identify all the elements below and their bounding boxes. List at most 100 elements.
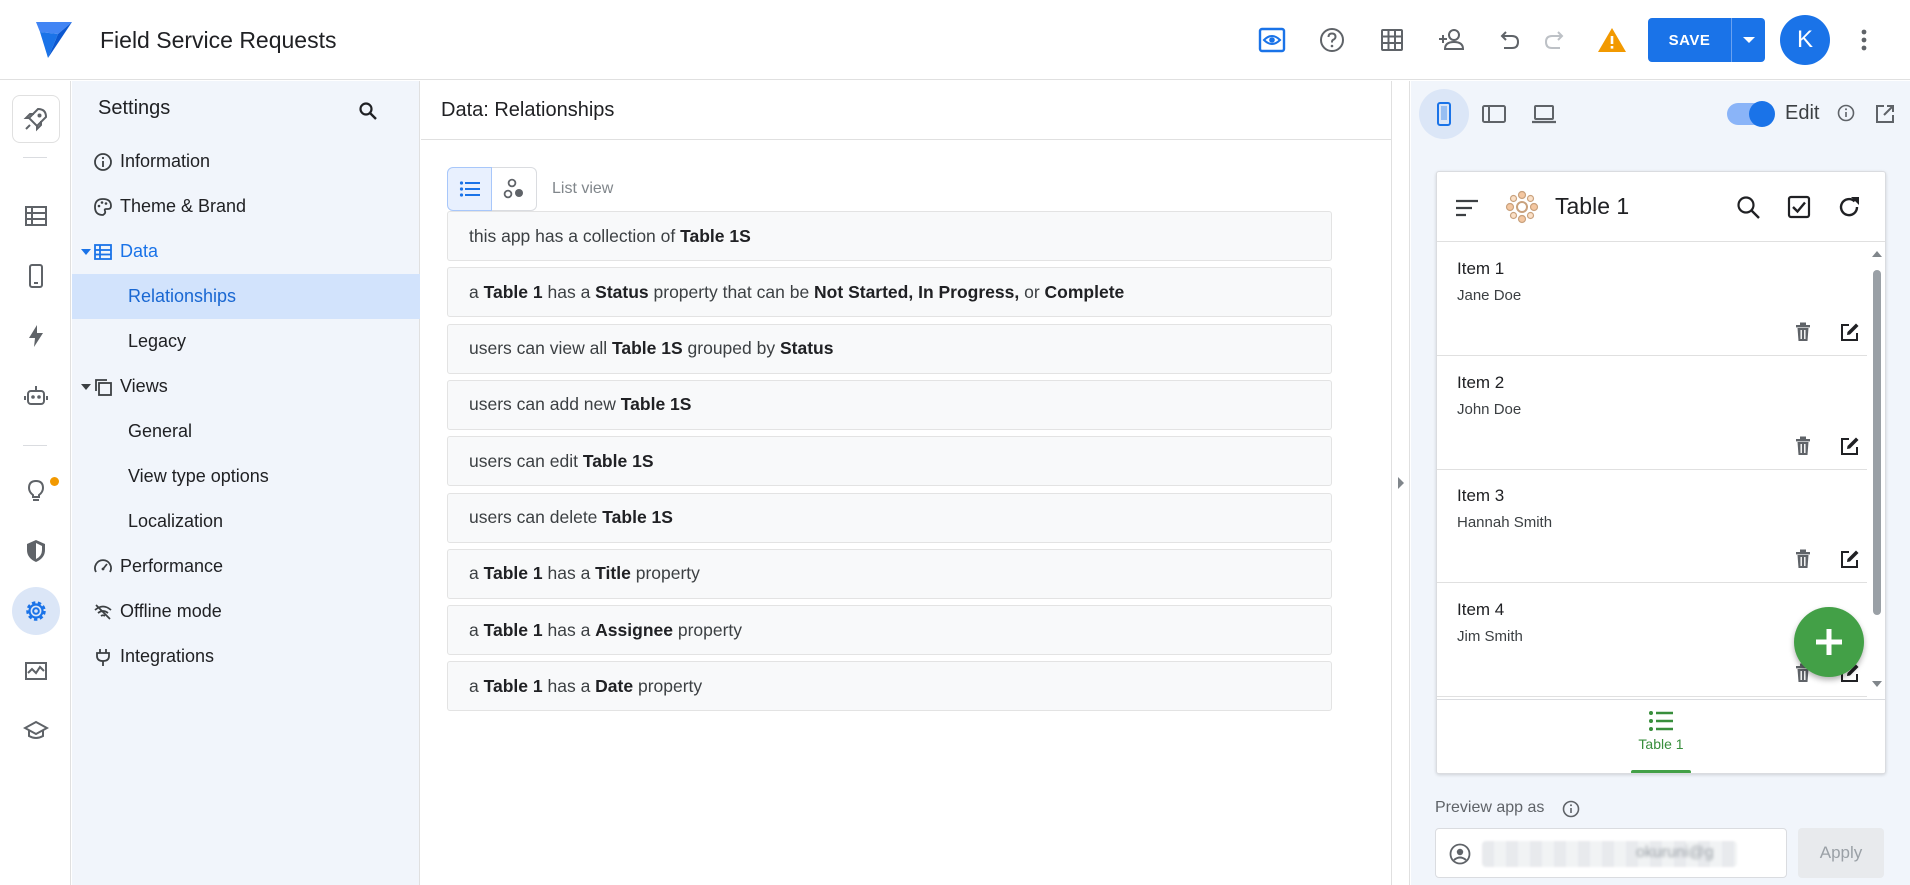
- desktop-device-button[interactable]: [1519, 89, 1569, 139]
- rocket-icon: [23, 106, 49, 132]
- more-vert-icon[interactable]: [1848, 24, 1880, 56]
- relationship-text: has a: [542, 281, 596, 302]
- left-rail: [0, 81, 71, 885]
- relationship-row[interactable]: users can edit Table 1S: [447, 436, 1332, 487]
- palette-icon: [92, 196, 114, 218]
- settings-item-legacy[interactable]: Legacy: [72, 319, 420, 364]
- list-item[interactable]: Item 3 Hannah Smith: [1437, 470, 1867, 583]
- info-icon[interactable]: [1560, 798, 1582, 820]
- diagram-view-button[interactable]: [492, 167, 537, 211]
- caret-down-icon[interactable]: [80, 248, 92, 256]
- warning-icon[interactable]: [1596, 24, 1628, 56]
- save-button[interactable]: SAVE: [1648, 18, 1732, 62]
- scrollbar[interactable]: [1869, 242, 1885, 698]
- table-grid-icon[interactable]: [1376, 24, 1408, 56]
- settings-item-theme-brand[interactable]: Theme & Brand: [72, 184, 420, 229]
- settings-item-offline-mode[interactable]: Offline mode: [72, 589, 420, 634]
- list-icon: [1648, 710, 1674, 732]
- settings-item-general[interactable]: General: [72, 409, 420, 454]
- caret-down-icon[interactable]: [80, 383, 92, 391]
- relationship-text: property that can be: [648, 281, 815, 302]
- relationship-row[interactable]: users can view all Table 1S grouped by S…: [447, 323, 1332, 374]
- edit-toggle[interactable]: [1727, 101, 1775, 127]
- relationship-row[interactable]: a Table 1 has a Status property that can…: [447, 267, 1332, 318]
- relationship-row[interactable]: a Table 1 has a Date property: [447, 661, 1332, 712]
- list-item[interactable]: Item 1 Jane Doe: [1437, 243, 1867, 356]
- relationship-term: Date: [595, 675, 634, 696]
- settings-item-integrations[interactable]: Integrations: [72, 634, 420, 679]
- relationship-row[interactable]: this app has a collection of Table 1S: [447, 211, 1332, 261]
- menu-icon[interactable]: [1453, 194, 1481, 222]
- undo-icon[interactable]: [1492, 24, 1524, 56]
- preview-collapse-handle[interactable]: [1391, 81, 1410, 885]
- tablet-icon: [1481, 103, 1507, 125]
- search-icon[interactable]: [354, 97, 382, 125]
- rail-intelligence-button[interactable]: [12, 467, 60, 515]
- phone-header: Table 1: [1437, 172, 1885, 242]
- list-icon: [459, 180, 481, 198]
- rail-learn-button[interactable]: [12, 707, 60, 755]
- apply-button[interactable]: Apply: [1798, 828, 1884, 878]
- rail-security-button[interactable]: [12, 527, 60, 575]
- monitor-chart-icon: [23, 658, 49, 684]
- main-header: Data: Relationships: [421, 81, 1391, 140]
- settings-item-performance[interactable]: Performance: [72, 544, 420, 589]
- delete-icon[interactable]: [1790, 433, 1816, 459]
- settings-item-relationships[interactable]: Relationships: [72, 274, 420, 319]
- add-person-icon[interactable]: [1436, 24, 1468, 56]
- help-icon[interactable]: [1316, 24, 1348, 56]
- settings-item-information[interactable]: Information: [72, 139, 420, 184]
- phone-bottom-nav: Table 1: [1437, 699, 1885, 773]
- relationship-text: a: [469, 619, 484, 640]
- edit-icon[interactable]: [1837, 319, 1863, 345]
- rail-data-button[interactable]: [12, 192, 60, 240]
- settings-item-localization[interactable]: Localization: [72, 499, 420, 544]
- phone-icon: [1433, 102, 1455, 126]
- settings-item-data[interactable]: Data: [72, 229, 420, 274]
- edit-icon[interactable]: [1837, 546, 1863, 572]
- relationship-row[interactable]: users can delete Table 1S: [447, 492, 1332, 543]
- open-in-new-icon[interactable]: [1872, 101, 1898, 127]
- table-icon: [92, 241, 114, 263]
- preview-user-input[interactable]: okuruni@g: [1435, 828, 1787, 878]
- appsheet-logo-icon[interactable]: [34, 20, 74, 60]
- save-dropdown-button[interactable]: [1732, 18, 1765, 62]
- settings-item-views[interactable]: Views: [72, 364, 420, 409]
- settings-item-view-type-options[interactable]: View type options: [72, 454, 420, 499]
- notification-dot: [50, 477, 59, 486]
- relationship-text: a: [469, 675, 484, 696]
- edit-icon[interactable]: [1837, 433, 1863, 459]
- rail-rocket-button[interactable]: [12, 95, 60, 143]
- rail-views-button[interactable]: [12, 252, 60, 300]
- list-item[interactable]: Item 2 John Doe: [1437, 357, 1867, 470]
- rail-actions-button[interactable]: [12, 312, 60, 360]
- delete-icon[interactable]: [1790, 546, 1816, 572]
- relationship-row[interactable]: a Table 1 has a Title property: [447, 548, 1332, 599]
- redo-icon[interactable]: [1540, 24, 1572, 56]
- relationship-row[interactable]: a Table 1 has a Assignee property: [447, 605, 1332, 656]
- delete-icon[interactable]: [1790, 319, 1816, 345]
- relationship-term: Table 1: [483, 619, 543, 640]
- checkbox-select-icon[interactable]: [1784, 192, 1814, 222]
- rail-divider: [23, 445, 47, 446]
- search-icon[interactable]: [1733, 192, 1763, 222]
- relationship-text: users can edit: [469, 450, 583, 471]
- info-icon[interactable]: [1834, 101, 1858, 125]
- scrollbar-thumb[interactable]: [1873, 270, 1881, 615]
- rail-automation-button[interactable]: [12, 372, 60, 420]
- tablet-device-button[interactable]: [1469, 89, 1519, 139]
- avatar[interactable]: K: [1780, 15, 1830, 65]
- rail-settings-button[interactable]: [12, 587, 60, 635]
- list-view-button[interactable]: [447, 167, 492, 211]
- wifi-off-icon: [92, 601, 114, 623]
- settings-item-label: Data: [120, 241, 159, 261]
- add-item-fab[interactable]: [1794, 607, 1864, 677]
- rail-monitor-button[interactable]: [12, 647, 60, 695]
- caret-down-icon: [1742, 35, 1756, 45]
- relationship-row[interactable]: users can add new Table 1S: [447, 379, 1332, 430]
- preview-eye-icon[interactable]: [1256, 24, 1288, 56]
- refresh-icon[interactable]: [1834, 192, 1864, 222]
- relationship-text: property: [633, 675, 703, 696]
- mobile-device-button[interactable]: [1419, 89, 1469, 139]
- bottom-tab-table-1[interactable]: Table 1: [1625, 710, 1697, 773]
